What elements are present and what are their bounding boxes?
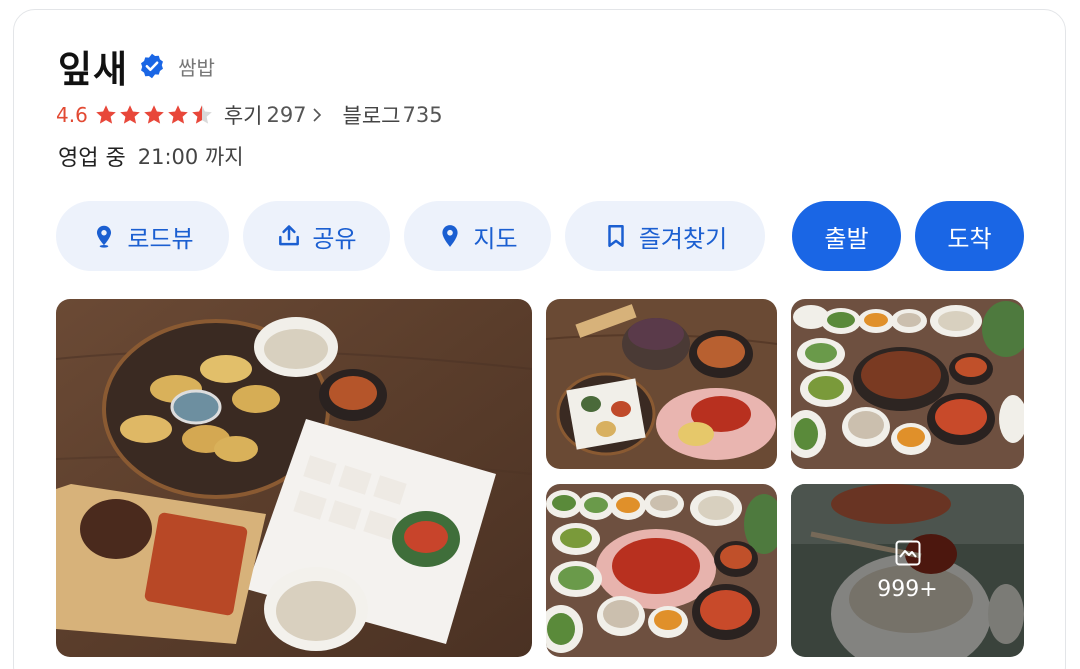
closing-time: 21:00 까지	[137, 145, 244, 169]
photo-grid: 999+	[56, 299, 1024, 657]
depart-button[interactable]: 출발	[792, 201, 901, 271]
rating-score: 4.6	[56, 103, 88, 127]
bookmark-label: 즐겨찾기	[638, 224, 728, 253]
roadview-button[interactable]: 로드뷰	[56, 201, 229, 271]
share-label: 공유	[312, 224, 357, 253]
food-photo-3[interactable]	[791, 299, 1024, 469]
map-pin-icon	[442, 225, 458, 247]
star-rating	[94, 103, 214, 127]
chevron-right-icon[interactable]	[311, 107, 323, 123]
star-icon	[144, 105, 164, 124]
category-label: 쌈밥	[178, 55, 215, 80]
verified-badge-icon	[138, 52, 166, 80]
map-label: 지도	[473, 224, 518, 253]
arrive-label: 도착	[947, 224, 992, 253]
share-icon	[279, 225, 300, 246]
more-photos-overlay[interactable]: 999+	[791, 484, 1024, 657]
rating-row: 4.6 후기 297 블로그 735	[56, 100, 443, 130]
blog-count[interactable]: 735	[403, 103, 443, 127]
pin-person-icon	[97, 225, 112, 248]
place-name[interactable]: 잎새	[58, 39, 128, 93]
star-icon	[96, 105, 116, 124]
title-row: 잎새 쌈밥	[58, 40, 215, 92]
share-button[interactable]: 공유	[243, 201, 390, 271]
depart-label: 출발	[824, 224, 869, 253]
star-icon	[192, 105, 212, 124]
open-status: 영업 중	[58, 146, 126, 171]
bookmark-button[interactable]: 즐겨찾기	[565, 201, 765, 271]
arrive-button[interactable]: 도착	[915, 201, 1024, 271]
food-photo-4[interactable]	[546, 484, 777, 657]
main-food-photo[interactable]	[56, 299, 532, 657]
reviews-link-label[interactable]: 후기	[224, 100, 263, 130]
star-icon	[120, 105, 140, 124]
action-buttons: 로드뷰 공유 지도 즐겨찾기 출발 도착	[56, 201, 1024, 271]
more-photos-tile[interactable]: 999+	[791, 484, 1024, 657]
star-icon	[168, 105, 188, 124]
reviews-count[interactable]: 297	[266, 103, 306, 127]
more-photos-count: 999+	[877, 577, 938, 602]
roadview-label: 로드뷰	[127, 224, 194, 253]
gallery-icon	[895, 540, 920, 566]
blog-link-label[interactable]: 블로그	[343, 100, 401, 130]
hours-row: 영업 중 21:00 까지	[58, 140, 244, 172]
map-button[interactable]: 지도	[404, 201, 551, 271]
bookmark-icon	[608, 225, 624, 247]
food-photo-2[interactable]	[546, 299, 777, 469]
